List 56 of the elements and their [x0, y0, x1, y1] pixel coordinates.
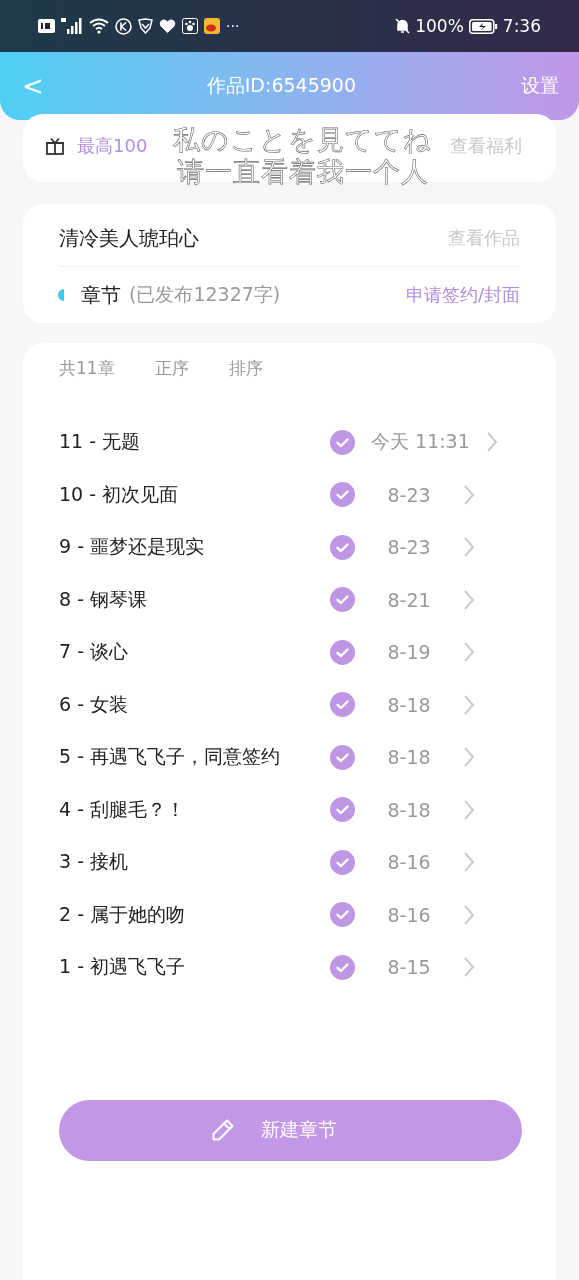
chevron-right-icon[interactable]: [463, 693, 475, 716]
chevron-right-icon[interactable]: [463, 536, 475, 559]
paw-icon: [182, 18, 198, 34]
chapter-date: 今天 11:31: [371, 429, 470, 455]
battery-percent: 100%: [415, 16, 464, 36]
app-icon: [204, 18, 220, 34]
chevron-right-icon[interactable]: [485, 431, 498, 454]
wifi-icon: [89, 18, 109, 34]
chapter-title[interactable]: 5 - 再遇飞飞子，同意签约: [59, 744, 330, 771]
chapter-title[interactable]: 4 - 刮腿毛？！: [59, 796, 330, 823]
chapter-title[interactable]: 7 - 谈心: [59, 639, 330, 666]
chapter-date: 8-16: [386, 851, 432, 874]
chapter-title[interactable]: 10 - 初次见面: [59, 481, 330, 508]
chevron-right-icon[interactable]: [463, 483, 475, 506]
k-circle-icon: [115, 17, 132, 35]
muted-bell-icon: [395, 18, 411, 34]
clock: 7:36: [502, 16, 541, 36]
chapter-date: 8-16: [386, 903, 432, 926]
chevron-right-icon[interactable]: [463, 798, 475, 821]
chapter-date: 8-19: [386, 641, 432, 664]
word-count: (已发布12327字): [129, 282, 282, 307]
heart-icon: [159, 18, 176, 34]
chevron-right-icon[interactable]: [463, 903, 475, 926]
chapter-title[interactable]: 9 - 噩梦还是现实: [59, 534, 330, 561]
chapter-title[interactable]: 1 - 初遇飞飞子: [59, 954, 330, 981]
chapter-date: 8-18: [386, 693, 432, 716]
gift-icon: [45, 137, 65, 155]
chapter-title[interactable]: 8 - 钢琴课: [59, 586, 330, 613]
section-title: 章节: [81, 281, 121, 309]
section-marker-icon: [58, 289, 64, 301]
chapter-date: 8-23: [386, 536, 432, 559]
caption-text: 私のことを見ててね: [173, 123, 432, 157]
chapter-date: 8-18: [386, 746, 432, 769]
chapter-date: 8-23: [386, 483, 432, 506]
work-title: 清冷美人琥珀心: [59, 224, 200, 252]
chapter-count: 共11章: [59, 357, 115, 380]
chapter-title[interactable]: 3 - 接机: [59, 849, 330, 876]
chapter-title[interactable]: 11 - 无题: [59, 429, 330, 456]
signal-icon: [61, 18, 83, 34]
chapter-title[interactable]: 6 - 女装: [59, 691, 330, 718]
more-notifications: ···: [226, 18, 240, 34]
chevron-right-icon[interactable]: [463, 851, 475, 874]
caption-text: 请一直看着我一个人: [176, 155, 429, 189]
chapter-date: 8-18: [386, 798, 432, 821]
battery-icon: [468, 18, 498, 34]
chapter-date: 8-15: [386, 956, 432, 979]
chapter-title[interactable]: 2 - 属于她的吻: [59, 901, 330, 928]
page-title: 作品ID:6545900: [206, 73, 357, 98]
pencil-icon: [210, 1118, 235, 1142]
shield-icon: [138, 18, 153, 34]
chevron-right-icon[interactable]: [463, 746, 475, 769]
chevron-right-icon[interactable]: [463, 588, 475, 611]
chapter-date: 8-21: [386, 588, 432, 611]
banner-text: 最高100: [77, 134, 148, 158]
chevron-right-icon[interactable]: [463, 956, 475, 979]
chevron-right-icon[interactable]: [463, 641, 475, 664]
